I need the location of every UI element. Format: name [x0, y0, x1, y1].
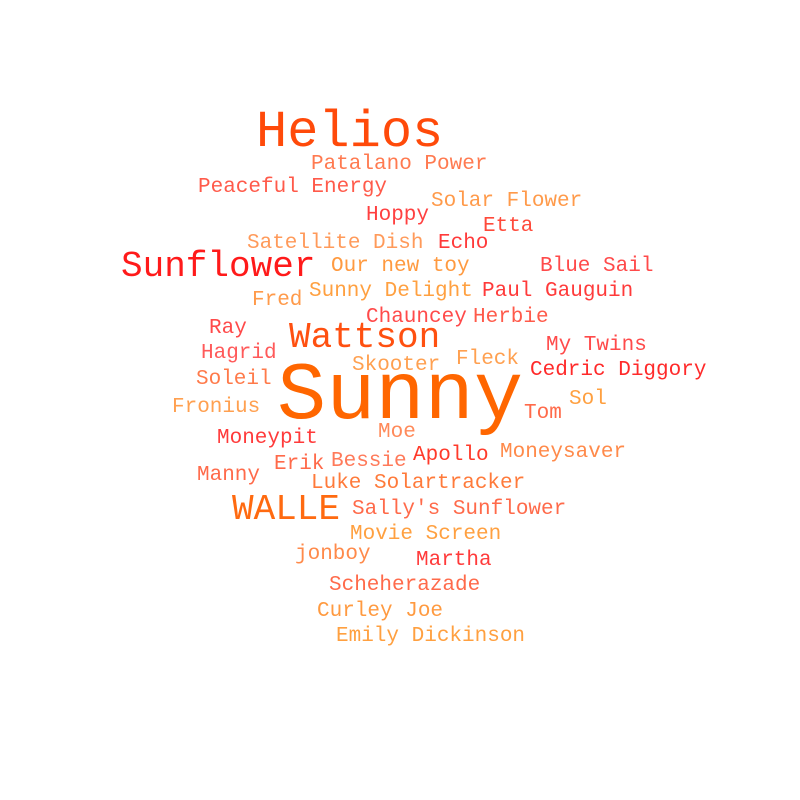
- word-sunny-delight: Sunny Delight: [309, 280, 473, 303]
- word-blue-sail: Blue Sail: [540, 255, 653, 278]
- word-bessie: Bessie: [331, 450, 407, 473]
- word-jonboy: jonboy: [295, 543, 371, 566]
- word-sol: Sol: [569, 388, 607, 411]
- word-patalano-power: Patalano Power: [311, 153, 487, 176]
- word-moneypit: Moneypit: [217, 427, 318, 450]
- word-hagrid: Hagrid: [201, 342, 277, 365]
- word-solar-flower: Solar Flower: [431, 190, 582, 213]
- word-fronius: Fronius: [172, 396, 260, 419]
- word-hoppy: Hoppy: [366, 204, 429, 227]
- word-manny: Manny: [197, 464, 260, 487]
- word-cedric-diggory: Cedric Diggory: [530, 359, 706, 382]
- word-movie-screen: Movie Screen: [350, 523, 501, 546]
- word-paul-gauguin: Paul Gauguin: [482, 280, 633, 303]
- word-scheherazade: Scheherazade: [329, 574, 480, 597]
- word-fred: Fred: [252, 289, 302, 312]
- word-tom: Tom: [524, 402, 562, 425]
- word-luke-solartracker: Luke Solartracker: [311, 472, 525, 495]
- word-moneysaver: Moneysaver: [500, 441, 626, 464]
- word-my-twins: My Twins: [546, 334, 647, 357]
- word-echo: Echo: [438, 232, 488, 255]
- word-our-new-toy: Our new toy: [331, 255, 470, 278]
- word-sally-s-sunflower: Sally's Sunflower: [352, 498, 566, 521]
- word-soleil: Soleil: [196, 368, 272, 391]
- word-herbie: Herbie: [473, 306, 549, 329]
- word-walle: WALLE: [232, 489, 340, 530]
- word-peaceful-energy: Peaceful Energy: [198, 176, 387, 199]
- word-emily-dickinson: Emily Dickinson: [336, 625, 525, 648]
- word-moe: Moe: [378, 421, 416, 444]
- word-apollo: Apollo: [413, 444, 489, 467]
- word-curley-joe: Curley Joe: [317, 600, 443, 623]
- word-martha: Martha: [416, 549, 492, 572]
- word-etta: Etta: [483, 215, 533, 238]
- word-cloud: HeliosPatalano PowerPeaceful EnergySolar…: [121, 103, 706, 648]
- word-ray: Ray: [209, 317, 247, 340]
- word-sunflower: Sunflower: [121, 246, 315, 287]
